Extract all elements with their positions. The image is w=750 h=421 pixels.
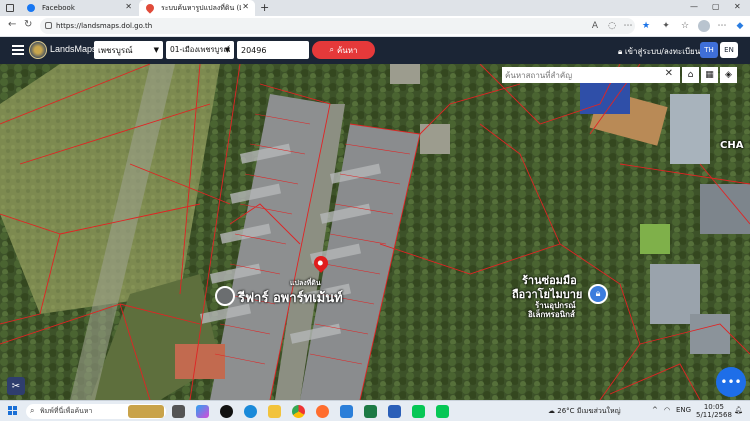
tab-actions-button[interactable] <box>0 0 20 16</box>
tray-chevron-icon[interactable]: ^ <box>652 406 658 414</box>
clock[interactable]: 10:05 5/11/2568 <box>696 403 732 419</box>
favorites-icon[interactable]: ☆ <box>679 20 691 32</box>
read-aloud-icon[interactable]: ◌ <box>606 20 618 32</box>
district-select[interactable]: 01-เมืองเพชรบูรณ์ ▼ <box>166 41 234 59</box>
chrome-app-icon[interactable] <box>292 405 305 418</box>
start-button[interactable] <box>8 406 18 416</box>
file-explorer-icon[interactable] <box>268 405 281 418</box>
clock-time: 10:05 <box>703 403 724 411</box>
home-icon[interactable]: ⌂ <box>682 67 699 83</box>
layers-icon[interactable]: ◈ <box>720 67 737 83</box>
minimize-button[interactable]: — <box>690 2 698 11</box>
map-edge-label: CHA <box>720 140 744 151</box>
parcel-number-input[interactable]: 20496 <box>237 41 309 59</box>
tab-landsmaps[interactable]: ระบบค้นหารูปแปลงที่ดิน (LandsMaps) ✕ <box>139 0 255 16</box>
tab-facebook[interactable]: Facebook ✕ <box>20 0 138 16</box>
word-app-icon[interactable] <box>388 405 401 418</box>
dol-logo <box>29 41 47 59</box>
place-search-input[interactable]: ค้นหาสถานที่สำคัญ ✕ <box>502 67 680 83</box>
login-link[interactable]: 🔒︎ เข้าสู่ระบบ/ลงทะเบียน <box>618 45 700 58</box>
windows-taskbar: ⌕ พิมพ์ที่นี่เพื่อค้นหา ☁ 26°C มีเมฆส่วน… <box>0 400 750 421</box>
translate-icon[interactable]: A <box>589 20 601 32</box>
login-label: เข้าสู่ระบบ/ลงทะเบียน <box>624 47 701 56</box>
close-tab-icon[interactable]: ✕ <box>242 2 249 11</box>
browser-toolbar: ← ↻ https://landsmaps.dol.go.th A ◌ ⋯ ★ … <box>0 16 750 36</box>
more-page-icon[interactable]: ⋯ <box>622 20 634 32</box>
parcel-number-value: 20496 <box>241 45 267 55</box>
lang-th-label: TH <box>704 46 714 54</box>
wifi-icon[interactable]: ◠ <box>664 406 670 414</box>
line-app-icon[interactable] <box>412 405 425 418</box>
profile-avatar[interactable] <box>698 20 710 32</box>
search-highlight-image <box>128 405 164 418</box>
lang-en-label: EN <box>724 46 734 54</box>
province-select[interactable]: เพชรบูรณ์ ▼ <box>94 41 163 59</box>
settings-more-icon[interactable]: ⋯ <box>716 20 728 32</box>
poi-marker-shop[interactable]: 🔒︎ <box>588 284 608 304</box>
landsmaps-header: LandsMaps เพชรบูรณ์ ▼ 01-เมืองเพชรบูรณ์ … <box>0 37 750 64</box>
reload-button[interactable]: ↻ <box>24 19 32 30</box>
browser-tab-bar: Facebook ✕ ระบบค้นหารูปแปลงที่ดิน (Lands… <box>0 0 750 16</box>
search-button[interactable]: ⌕ ค้นหา <box>312 41 375 59</box>
cloud-icon: ☁ <box>548 407 555 415</box>
tab-actions-icon <box>6 4 14 12</box>
close-window-button[interactable]: ✕ <box>734 2 741 11</box>
clear-search-icon[interactable]: ✕ <box>665 68 673 79</box>
back-button[interactable]: ← <box>8 19 16 30</box>
line-app-icon-2[interactable] <box>436 405 449 418</box>
shop-label-4: อิเล็กทรอนิกส์ <box>528 310 575 319</box>
chevron-down-icon: ▼ <box>153 46 159 54</box>
firefox-app-icon[interactable] <box>316 405 329 418</box>
more-actions-button[interactable]: ••• <box>716 367 746 397</box>
input-language[interactable]: ENG <box>676 406 691 414</box>
clock-date: 5/11/2568 <box>696 411 732 419</box>
close-tab-icon[interactable]: ✕ <box>125 2 132 11</box>
taskbar-search-placeholder: พิมพ์ที่นี่เพื่อค้นหา <box>40 407 93 415</box>
weather-widget[interactable]: ☁ 26°C มีเมฆส่วนใหญ่ <box>548 406 621 417</box>
chevron-down-icon: ▼ <box>224 46 230 54</box>
map-canvas[interactable]: ค้นหาสถานที่สำคัญ ✕ ⌂ ▦ ◈ CHA แปลงที่ดิน… <box>0 64 750 400</box>
edge-app-icon[interactable] <box>244 405 257 418</box>
address-bar[interactable]: https://landsmaps.dol.go.th <box>40 18 635 34</box>
new-tab-button[interactable]: + <box>260 1 269 14</box>
store-app-icon[interactable] <box>340 405 353 418</box>
province-value: เพชรบูรณ์ <box>98 45 133 55</box>
district-value: 01-เมืองเพชรบูรณ์ <box>170 45 231 54</box>
extensions-icon[interactable]: ✦ <box>660 20 672 32</box>
search-icon: ⌕ <box>30 406 35 415</box>
brand-name: LandsMaps <box>50 44 97 54</box>
notifications-icon[interactable]: 🔔︎ <box>734 406 743 414</box>
tab-title: ระบบค้นหารูปแปลงที่ดิน (LandsMaps) <box>161 3 241 12</box>
url-text: https://landsmaps.dol.go.th <box>56 22 153 30</box>
poi-marker-apartment[interactable] <box>215 286 235 306</box>
copilot-icon[interactable]: ◆ <box>734 20 746 32</box>
taskbar-search[interactable]: ⌕ พิมพ์ที่นี่เพื่อค้นหา <box>26 404 166 419</box>
place-search-placeholder: ค้นหาสถานที่สำคัญ <box>505 70 573 80</box>
search-button-label: ค้นหา <box>336 45 358 55</box>
grid-icon[interactable]: ▦ <box>701 67 718 83</box>
copilot-app-icon[interactable] <box>196 405 209 418</box>
favorite-star-icon[interactable]: ★ <box>640 20 652 32</box>
facebook-icon <box>27 4 35 12</box>
site-info-icon[interactable] <box>45 22 52 29</box>
weather-text: 26°C มีเมฆส่วนใหญ่ <box>557 407 621 415</box>
satellite-imagery <box>0 64 750 400</box>
lang-th-button[interactable]: TH <box>700 42 718 58</box>
tools-toggle-icon[interactable]: ✂ <box>7 377 25 395</box>
hamburger-menu-icon[interactable] <box>12 45 24 55</box>
search-icon: ⌕ <box>329 45 334 54</box>
task-view-icon[interactable] <box>172 405 185 418</box>
maximize-button[interactable]: ▢ <box>712 2 720 11</box>
lang-en-button[interactable]: EN <box>720 42 738 58</box>
chatgpt-app-icon[interactable] <box>220 405 233 418</box>
landsmaps-favicon <box>144 2 156 14</box>
apartment-label: รีฟาร์ อพาร์ทเม้นท์ <box>238 291 343 306</box>
excel-app-icon[interactable] <box>364 405 377 418</box>
tab-title: Facebook <box>42 4 75 12</box>
lock-icon: 🔒︎ <box>618 47 623 56</box>
